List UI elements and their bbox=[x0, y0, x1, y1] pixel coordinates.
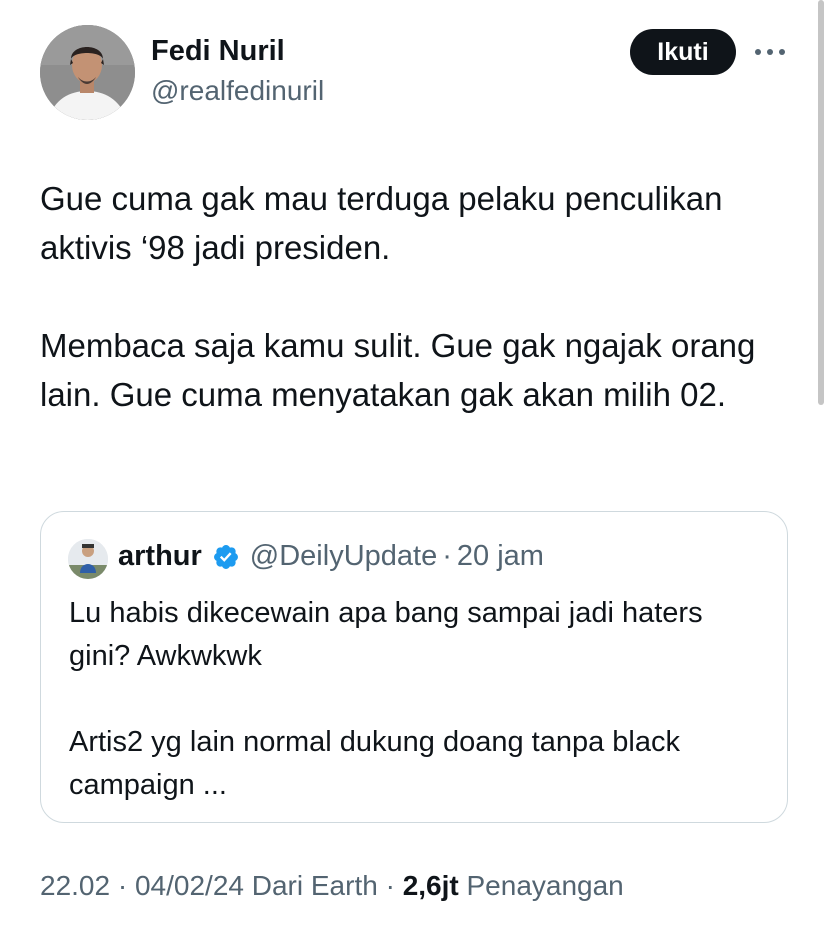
views-count[interactable]: 2,6jt bbox=[403, 870, 459, 901]
quote-avatar bbox=[68, 539, 108, 579]
quote-paragraph: Lu habis dikecewain apa bang sampai jadi… bbox=[69, 597, 703, 672]
tweet-paragraph: Gue cuma gak mau terduga pelaku penculik… bbox=[40, 180, 723, 266]
tweet-meta: 22.02 · 04/02/24 Dari Earth · 2,6jt Pena… bbox=[40, 870, 624, 902]
meta-separator: · bbox=[385, 870, 395, 901]
quote-timestamp[interactable]: 20 jam bbox=[457, 540, 544, 573]
quote-separator: · bbox=[442, 540, 452, 572]
author-avatar[interactable] bbox=[40, 25, 135, 120]
quote-header: arthur @DeilyUpdate · 20 jam bbox=[118, 540, 544, 573]
quote-text: Lu habis dikecewain apa bang sampai jadi… bbox=[69, 592, 769, 807]
quote-profile-photo-icon bbox=[68, 539, 108, 579]
verified-badge-icon bbox=[212, 543, 240, 571]
tweet-time[interactable]: 22.02 bbox=[40, 870, 110, 901]
quoted-tweet-card[interactable]: arthur @DeilyUpdate · 20 jam Lu habis di… bbox=[40, 511, 788, 823]
profile-photo-icon bbox=[40, 25, 135, 120]
author-name[interactable]: Fedi Nuril bbox=[151, 35, 285, 68]
tweet-paragraph: Membaca saja kamu sulit. Gue gak ngajak … bbox=[40, 327, 756, 413]
follow-button[interactable]: Ikuti bbox=[630, 29, 736, 75]
tweet-date[interactable]: 04/02/24 bbox=[135, 870, 244, 901]
author-handle[interactable]: @realfedinuril bbox=[151, 75, 324, 107]
more-dot bbox=[755, 49, 761, 55]
more-dot bbox=[767, 49, 773, 55]
views-label[interactable]: Penayangan bbox=[467, 870, 624, 901]
tweet-text: Gue cuma gak mau terduga pelaku penculik… bbox=[40, 174, 800, 419]
more-horizontal-icon[interactable] bbox=[752, 40, 788, 64]
tweet-source: Dari Earth bbox=[251, 870, 378, 901]
scrollbar[interactable] bbox=[818, 0, 824, 405]
quote-paragraph: Artis2 yg lain normal dukung doang tanpa… bbox=[69, 726, 680, 801]
more-dot bbox=[779, 49, 785, 55]
quote-author-name[interactable]: arthur bbox=[118, 540, 202, 573]
quote-author-handle[interactable]: @DeilyUpdate bbox=[250, 540, 437, 573]
meta-separator: · bbox=[117, 870, 128, 901]
tweet-detail-page: Fedi Nuril @realfedinuril Ikuti Gue cuma… bbox=[0, 0, 828, 927]
